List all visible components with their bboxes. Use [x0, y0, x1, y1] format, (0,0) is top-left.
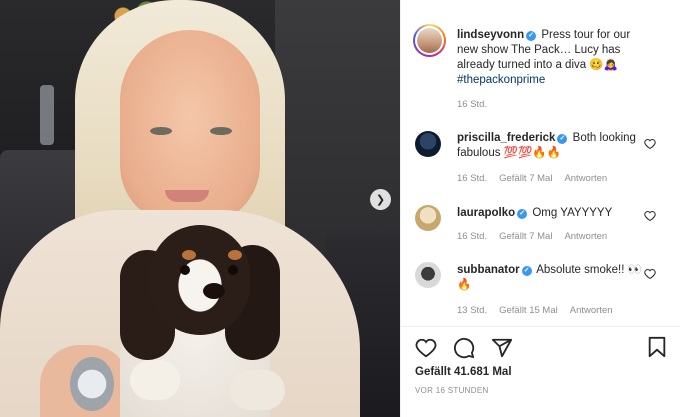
- divider: [401, 326, 680, 327]
- comment-text: Omg YAYYYYY: [532, 207, 613, 219]
- photo-dog-brow-left: [182, 250, 196, 260]
- chevron-right-icon: ❯: [375, 194, 386, 206]
- bookmark-icon[interactable]: [646, 336, 670, 360]
- comment: priscilla_frederick ✓ Both looking fabulo…: [457, 131, 654, 161]
- caption-hashtag[interactable]: #thepackonprime: [457, 74, 545, 86]
- post-timestamp[interactable]: VOR 16 STUNDEN: [415, 386, 489, 395]
- reply-button[interactable]: Antworten: [564, 173, 607, 184]
- caption: lindseyvonn ✓ Press tour for our new show…: [457, 28, 654, 88]
- comment-meta: 16 Std. Gefällt 7 Mal Antworten: [457, 173, 607, 184]
- comment-time[interactable]: 13 Std.: [457, 305, 487, 316]
- caption-meta: 16 Std.: [457, 99, 487, 110]
- author-avatar[interactable]: [413, 24, 446, 57]
- like-heart-icon[interactable]: [414, 336, 438, 360]
- comment: subbanator ✓ Absolute smoke!! 👀🔥: [457, 263, 654, 293]
- verified-badge-icon: ✓: [517, 209, 528, 219]
- comment-avatar[interactable]: [415, 205, 441, 231]
- share-paper-plane-icon[interactable]: [490, 336, 514, 360]
- photo-watch: [70, 357, 114, 411]
- comment-bubble-icon[interactable]: [452, 336, 476, 360]
- comment-likes[interactable]: Gefällt 7 Mal: [499, 173, 552, 184]
- photo-dog-paw-right: [230, 370, 285, 410]
- photo-background: [275, 0, 400, 260]
- like-comment-heart-icon[interactable]: [644, 268, 656, 280]
- comment-meta: 13 Std. Gefällt 15 Mal Antworten: [457, 305, 613, 316]
- caption-time[interactable]: 16 Std.: [457, 99, 487, 110]
- photo-lips: [165, 190, 209, 202]
- like-comment-heart-icon[interactable]: [644, 138, 656, 150]
- photo-eye-right: [210, 127, 232, 135]
- comment-username[interactable]: priscilla_frederick: [457, 132, 555, 144]
- photo-dog-head: [150, 225, 250, 335]
- reply-button[interactable]: Antworten: [570, 305, 613, 316]
- comment-likes[interactable]: Gefällt 15 Mal: [499, 305, 558, 316]
- next-photo-button[interactable]: ❯: [370, 189, 391, 210]
- photo-dog-eye-right: [228, 265, 238, 275]
- like-count[interactable]: Gefällt 41.681 Mal: [415, 366, 512, 378]
- reply-button[interactable]: Antworten: [564, 231, 607, 242]
- verified-badge-icon: ✓: [521, 266, 532, 276]
- photo-dog-nose: [203, 283, 225, 299]
- comment-username[interactable]: subbanator: [457, 264, 520, 276]
- photo-dog-eye-left: [180, 265, 190, 275]
- photo-eye-left: [150, 127, 172, 135]
- comment-meta: 16 Std. Gefällt 7 Mal Antworten: [457, 231, 607, 242]
- comment-username[interactable]: laurapolko: [457, 207, 515, 219]
- comment-time[interactable]: 16 Std.: [457, 173, 487, 184]
- comment: laurapolko ✓ Omg YAYYYYY: [457, 206, 654, 221]
- verified-badge-icon: ✓: [557, 134, 568, 144]
- photo-vase: [40, 85, 54, 145]
- comment-time[interactable]: 16 Std.: [457, 231, 487, 242]
- action-bar: [414, 336, 514, 360]
- like-comment-heart-icon[interactable]: [644, 210, 656, 222]
- photo-dog-paw: [130, 360, 180, 400]
- post-detail-panel: lindseyvonn ✓ Press tour for our new show…: [400, 0, 680, 417]
- post-photo[interactable]: [0, 0, 400, 417]
- comment-avatar[interactable]: [415, 131, 441, 157]
- comment-likes[interactable]: Gefällt 7 Mal: [499, 231, 552, 242]
- comment-avatar[interactable]: [415, 262, 441, 288]
- photo-dog-brow-right: [228, 250, 242, 260]
- caption-username[interactable]: lindseyvonn: [457, 29, 524, 41]
- verified-badge-icon: ✓: [526, 31, 537, 41]
